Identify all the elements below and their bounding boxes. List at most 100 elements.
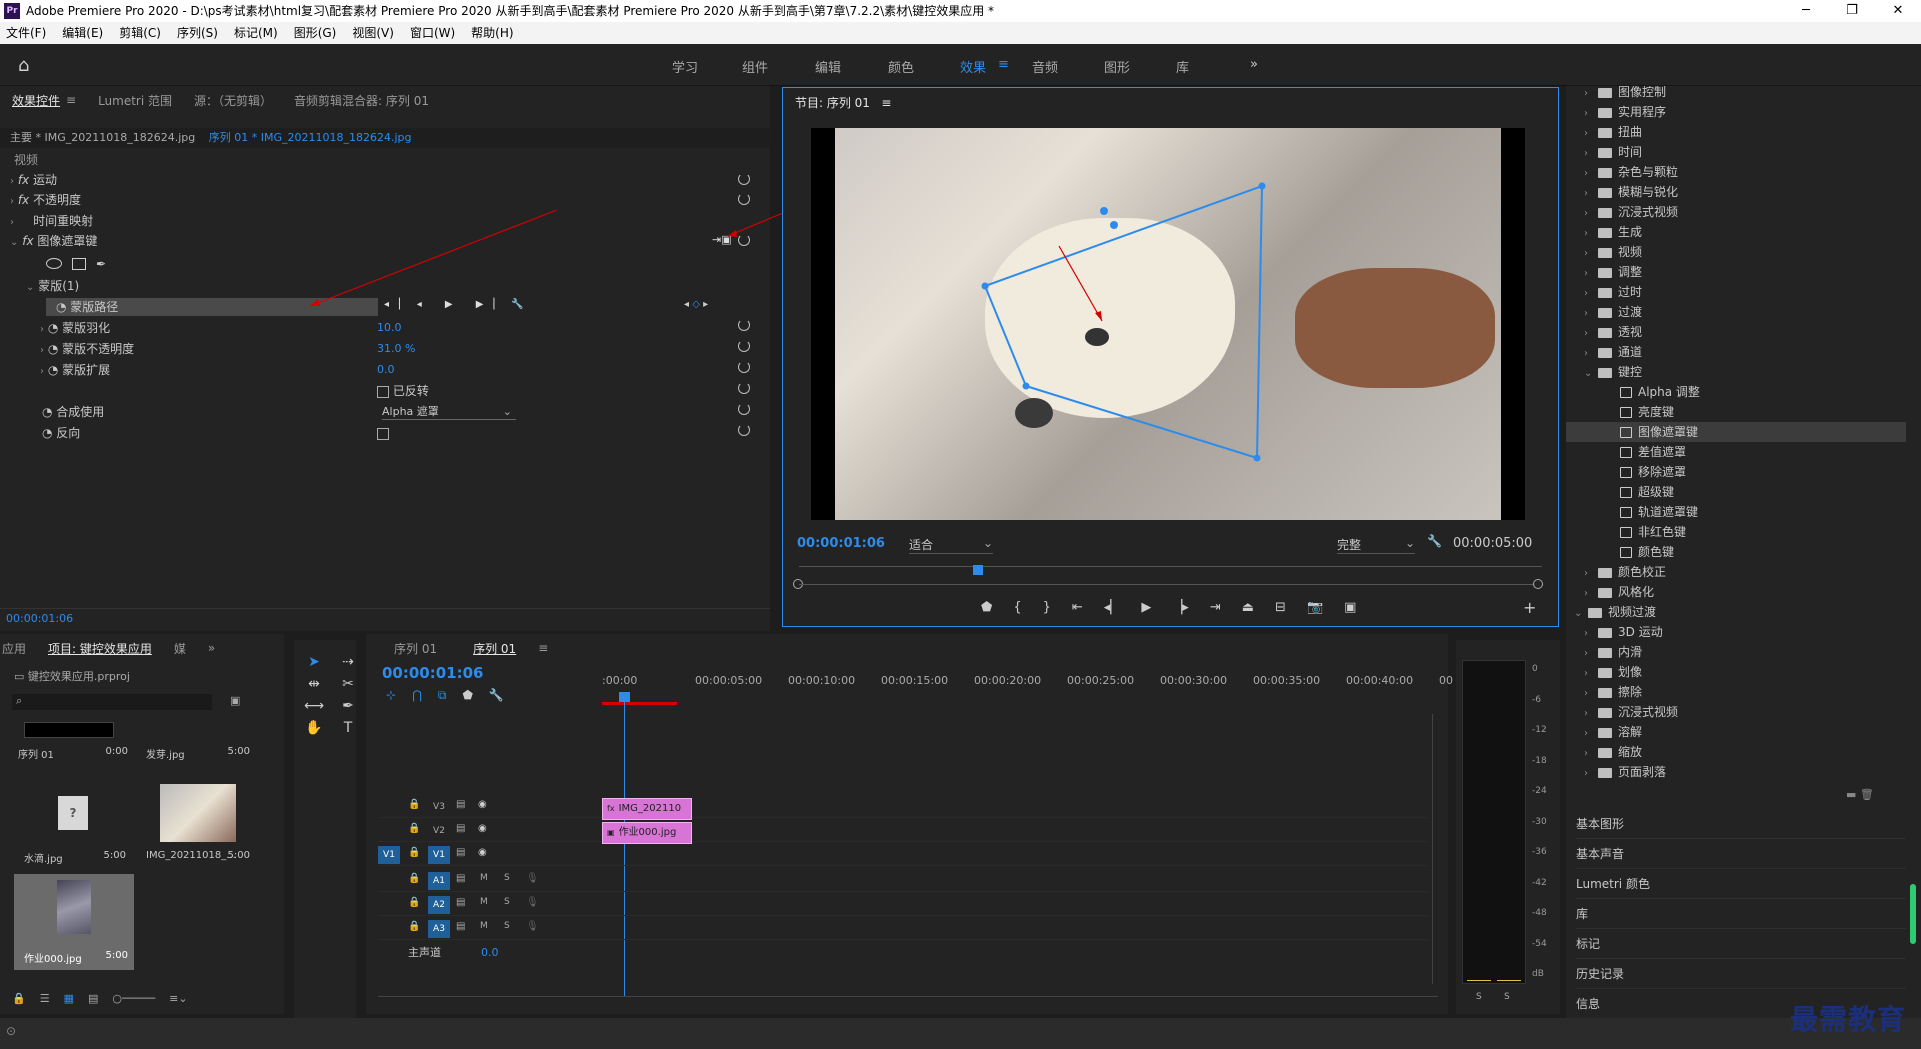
track-row[interactable]: 🔒 V3 ▤ ◉	[378, 796, 1428, 818]
mask-expansion-value[interactable]: 0.0	[377, 360, 395, 380]
new-bin-icon[interactable]: ▬ 🗑	[1846, 788, 1874, 801]
track-target[interactable]: A3	[428, 920, 450, 938]
list-view-icon[interactable]: ☰	[40, 992, 50, 1005]
settings-wrench-icon[interactable]: 🔧	[1427, 534, 1442, 548]
workspace-menu-icon[interactable]: ≡	[998, 57, 1009, 72]
master-volume[interactable]: 0.0	[481, 946, 499, 959]
effect-folder[interactable]: › 缩放	[1566, 742, 1906, 762]
hand-tool-icon[interactable]: ✋	[300, 720, 328, 736]
vertical-scrollbar[interactable]	[1432, 714, 1433, 984]
mask-outline[interactable]	[811, 128, 1525, 520]
menu-graphics[interactable]: 图形(G)	[294, 22, 337, 44]
lock-icon[interactable]: 🔒	[408, 847, 420, 858]
mute-button[interactable]: M	[480, 897, 488, 907]
fit-dropdown[interactable]: 适合 ⌄	[909, 536, 993, 554]
track-row[interactable]: V1 🔒 V1 ▤ ◉	[378, 844, 1428, 866]
minimize-button[interactable]: ─	[1783, 0, 1829, 22]
effect-folder[interactable]: › 图像控制	[1566, 86, 1906, 102]
ripple-edit-tool-icon[interactable]: ⇹	[300, 676, 328, 692]
effect-item[interactable]: 非红色键	[1566, 522, 1906, 542]
effect-folder[interactable]: › 模糊与锐化	[1566, 182, 1906, 202]
lock-icon[interactable]: 🔒	[408, 799, 420, 810]
effect-folder[interactable]: › 颜色校正	[1566, 562, 1906, 582]
timeline-menu-icon[interactable]: ≡	[538, 641, 548, 655]
sync-lock-icon[interactable]: ▤	[456, 799, 465, 810]
effect-folder[interactable]: › 调整	[1566, 262, 1906, 282]
project-item-sequence[interactable]: 序列 01 0:00	[18, 722, 128, 784]
menu-window[interactable]: 窗口(W)	[410, 22, 455, 44]
selection-tool-icon[interactable]: ➤	[300, 654, 328, 670]
reset-icon[interactable]	[738, 403, 750, 415]
type-tool-icon[interactable]: T	[334, 720, 362, 736]
reverse-checkbox[interactable]	[377, 428, 389, 440]
sync-lock-icon[interactable]: ▤	[456, 897, 465, 908]
lock-icon[interactable]: 🔒	[408, 823, 420, 834]
effect-folder[interactable]: › 时间	[1566, 142, 1906, 162]
tab-media[interactable]: 媒	[174, 640, 186, 657]
mask-expansion-row[interactable]: › ◔ 蒙版扩展	[40, 360, 110, 380]
solo-button[interactable]: S	[504, 921, 510, 931]
program-current-timecode[interactable]: 00:00:01:06	[797, 536, 885, 551]
play-icon[interactable]: ▶	[1141, 600, 1151, 615]
home-icon[interactable]: ⌂	[18, 55, 38, 76]
mute-button[interactable]: M	[480, 873, 488, 883]
solo-button[interactable]: S	[504, 873, 510, 883]
eye-icon[interactable]: ◉	[478, 823, 487, 834]
workspace-audio[interactable]: 音频	[1032, 57, 1058, 76]
more-tabs-icon[interactable]: »	[208, 641, 215, 655]
program-playhead[interactable]	[973, 565, 983, 575]
effect-folder[interactable]: › 实用程序	[1566, 102, 1906, 122]
effect-folder[interactable]: › 沉浸式视频	[1566, 202, 1906, 222]
workspace-color[interactable]: 颜色	[888, 57, 914, 76]
reset-icon[interactable]	[738, 361, 750, 373]
maximize-button[interactable]: ❐	[1829, 0, 1875, 22]
lock-icon[interactable]: 🔒	[408, 921, 420, 932]
effect-folder[interactable]: › 溶解	[1566, 722, 1906, 742]
add-marker-icon[interactable]: ⬟	[981, 600, 992, 615]
stacked-panel-header[interactable]: 库	[1576, 905, 1906, 929]
solo-right-button[interactable]: S	[1504, 992, 1510, 1002]
effect-folder[interactable]: ⌄ 键控	[1566, 362, 1906, 382]
more-workspaces-icon[interactable]: »	[1250, 57, 1258, 72]
menu-file[interactable]: 文件(F)	[6, 22, 46, 44]
program-video-frame[interactable]	[811, 128, 1525, 520]
effect-item[interactable]: 图像遮罩键	[1566, 422, 1906, 442]
workspace-libraries[interactable]: 库	[1176, 57, 1189, 76]
eye-icon[interactable]: ◉	[478, 847, 487, 858]
icon-view-icon[interactable]: ▦	[64, 992, 74, 1005]
clip-v2[interactable]: fx IMG_202110	[602, 798, 692, 820]
effect-controls-timecode[interactable]: 00:00:01:06	[6, 612, 73, 625]
workspace-effects[interactable]: 效果	[960, 57, 986, 76]
workspace-graphics[interactable]: 图形	[1104, 57, 1130, 76]
effect-folder[interactable]: › 透视	[1566, 322, 1906, 342]
effect-folder[interactable]: › 擦除	[1566, 682, 1906, 702]
clip-v1[interactable]: ▣ 作业000.jpg	[602, 822, 692, 844]
inverted-checkbox[interactable]	[377, 385, 389, 398]
effect-item[interactable]: 超级键	[1566, 482, 1906, 502]
tab-sequence-01-b[interactable]: 序列 01	[473, 640, 516, 657]
effect-folder[interactable]: › 风格化	[1566, 582, 1906, 602]
time-ruler[interactable]: :00:00 00:00:05:00 00:00:10:00 00:00:15:00 0…	[602, 674, 1453, 694]
track-select-tool-icon[interactable]: ⇢	[334, 654, 362, 670]
effect-folder[interactable]: › 生成	[1566, 222, 1906, 242]
effect-item[interactable]: Alpha 调整	[1566, 382, 1906, 402]
timeline-settings-icon[interactable]: 🔧	[489, 688, 504, 703]
eye-icon[interactable]: ◉	[478, 799, 487, 810]
button-editor-plus-icon[interactable]: +	[1523, 598, 1536, 617]
effect-folder[interactable]: › 扭曲	[1566, 122, 1906, 142]
voice-over-icon[interactable]: 🎙	[526, 921, 539, 932]
stacked-panel-header[interactable]: 基本图形	[1576, 815, 1906, 839]
effect-item[interactable]: 亮度键	[1566, 402, 1906, 422]
pen-tool-icon[interactable]: ✒	[334, 698, 362, 714]
effect-folder[interactable]: › 视频	[1566, 242, 1906, 262]
tab-project[interactable]: 项目: 键控效果应用	[48, 640, 152, 657]
stacked-panel-header[interactable]: Lumetri 颜色	[1576, 875, 1906, 899]
lift-icon[interactable]: ⏏	[1242, 600, 1254, 615]
effect-folder[interactable]: › 页面剥落	[1566, 762, 1906, 782]
effect-folder[interactable]: › 杂色与颗粒	[1566, 162, 1906, 182]
project-item-droplet[interactable]: ? 水滴.jpg 5:00	[18, 784, 128, 865]
menu-sequence[interactable]: 序列(S)	[177, 22, 218, 44]
effect-folder[interactable]: › 划像	[1566, 662, 1906, 682]
solo-button[interactable]: S	[504, 897, 510, 907]
master-track[interactable]: 主声道 0.0	[408, 944, 499, 960]
